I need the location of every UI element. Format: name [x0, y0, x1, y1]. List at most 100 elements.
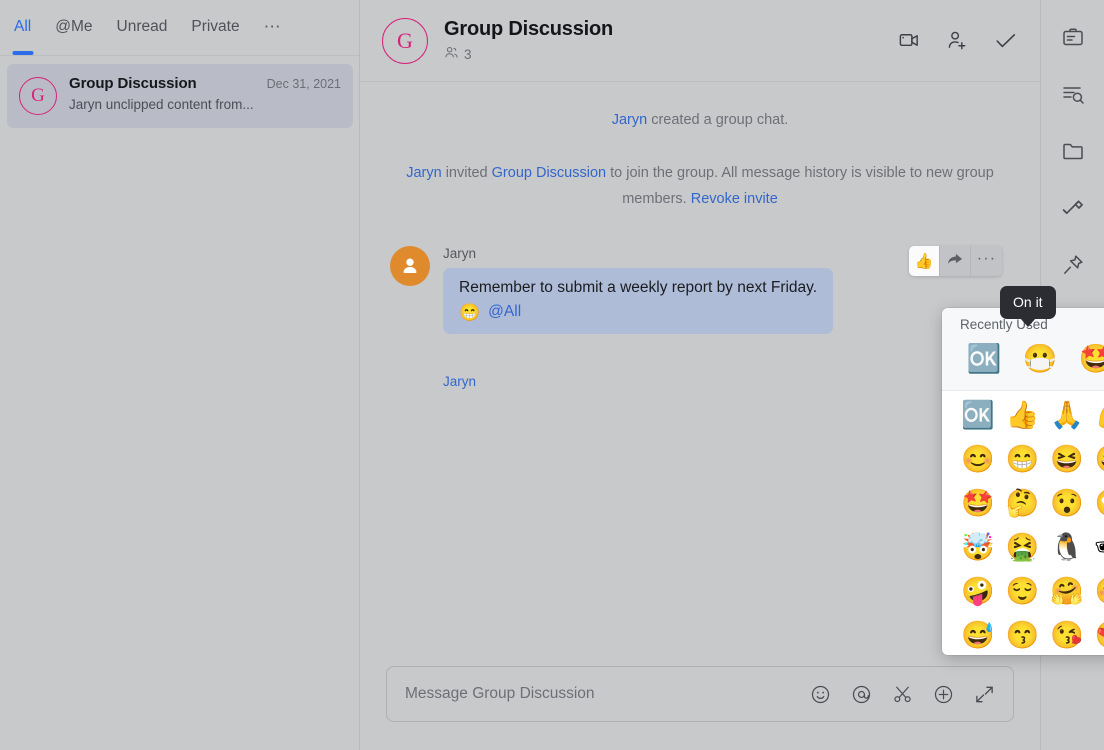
message-mention-row: 😁 @All	[459, 303, 817, 321]
emoji-option[interactable]: 🤩	[1068, 336, 1104, 382]
list-item[interactable]: G Group Discussion Dec 31, 2021 Jaryn un…	[7, 64, 353, 128]
conversation-list: G Group Discussion Dec 31, 2021 Jaryn un…	[0, 56, 360, 128]
chat-header-actions	[896, 28, 1018, 54]
invite-text-2: to join the group. All message history i…	[606, 165, 994, 206]
more-actions-button[interactable]: ···	[971, 246, 1002, 276]
invite-actor-link[interactable]: Jaryn	[406, 165, 441, 181]
screenshot-icon[interactable]	[891, 683, 913, 705]
tab-more-icon[interactable]: ⋯	[264, 17, 282, 39]
emoji-option[interactable]: 🆗	[956, 393, 1000, 437]
emoji-grid-row: 🆗 👍 🙏 💪 🫰 👏 🤜 ➕1 ✅	[956, 393, 1104, 437]
emoji-option[interactable]: 😙	[1000, 613, 1044, 655]
emoji-option[interactable]: 😯	[1045, 481, 1089, 525]
tab-all[interactable]: All	[14, 18, 31, 38]
avatar	[390, 246, 430, 286]
profile-card-icon[interactable]	[1058, 22, 1088, 52]
conversation-top-row: Group Discussion Dec 31, 2021	[69, 75, 341, 92]
thumbs-up-icon: 👍	[915, 252, 934, 270]
system-message-created: Jaryn created a group chat.	[390, 108, 1010, 133]
video-call-icon[interactable]	[896, 28, 922, 54]
recently-used-row: 🆗 😷 🤩 🫰 🌹 🤫 🤭	[942, 334, 1104, 391]
message-bubble[interactable]: Remember to submit a weekly report by ne…	[443, 268, 833, 334]
conversation-snippet: Jaryn unclipped content from...	[69, 97, 341, 112]
message-input[interactable]	[405, 685, 809, 703]
more-dots-icon: ···	[977, 259, 997, 264]
mention-all[interactable]: @All	[488, 303, 521, 321]
tab-private[interactable]: Private	[191, 18, 239, 38]
member-count: 3	[464, 47, 472, 62]
message-hover-toolbar: 👍 ···	[909, 246, 1002, 276]
emoji-grid-row: 😅 😙 😘 😍 😋 😵 🤪 😎 🙆	[956, 613, 1104, 655]
composer	[386, 666, 1014, 722]
add-member-icon[interactable]	[944, 28, 970, 54]
member-count-row: 3	[444, 45, 880, 63]
conversation-date: Dec 31, 2021	[259, 77, 341, 91]
emoji-option[interactable]: 🙏	[1045, 393, 1089, 437]
system-actor-link[interactable]: Jaryn	[612, 112, 647, 128]
conversation-sidebar: All @Me Unread Private ⋯ G Group Discuss…	[0, 0, 360, 750]
emoji-picker[interactable]: Recently Used 🆗 😷 🤩 🫰 🌹 🤫 🤭 🆗 👍 🙏 💪 🫰 👏	[942, 308, 1104, 655]
tab-at-me[interactable]: @Me	[55, 18, 92, 38]
tab-unread[interactable]: Unread	[117, 18, 168, 38]
invite-target-link[interactable]: Group Discussion	[492, 165, 606, 181]
emoji-option[interactable]: 😌	[1000, 569, 1044, 613]
chat-header: G Group Discussion 3	[360, 0, 1040, 82]
pinned-icon[interactable]	[1058, 250, 1088, 280]
conversation-body: Group Discussion Dec 31, 2021 Jaryn uncl…	[69, 75, 341, 112]
mark-done-icon[interactable]	[992, 28, 1018, 54]
expand-icon[interactable]	[973, 683, 995, 705]
chat-main: G Group Discussion 3	[360, 0, 1040, 750]
files-folder-icon[interactable]	[1058, 136, 1088, 166]
emoji-option[interactable]: 😊	[1089, 569, 1104, 613]
emoji-option[interactable]: 💪	[1089, 393, 1104, 437]
emoji-icon[interactable]	[809, 683, 831, 705]
emoji-option[interactable]: 👍	[1000, 393, 1044, 437]
grin-emoji-icon: 😁	[459, 304, 480, 321]
emoji-option[interactable]: 🤗	[1045, 569, 1089, 613]
emoji-option[interactable]: 🆗	[956, 336, 1012, 382]
tasks-icon[interactable]	[1058, 193, 1088, 223]
system-message-text: created a group chat.	[647, 112, 788, 128]
emoji-grid[interactable]: 🆗 👍 🙏 💪 🫰 👏 🤜 ➕1 ✅ 😊 😁 😆 😅 😂 �	[942, 391, 1104, 655]
search-messages-icon[interactable]	[1058, 79, 1088, 109]
message-sender-next: Jaryn	[443, 374, 1010, 389]
message-list: Jaryn created a group chat. Jaryn invite…	[360, 82, 1040, 656]
emoji-option[interactable]: 😷	[1012, 336, 1068, 382]
attach-icon[interactable]	[932, 683, 954, 705]
emoji-grid-row: 🤪 😌 🤗 😊 🤩 😄 🤣 😂 😭	[956, 569, 1104, 613]
forward-message-button[interactable]	[940, 246, 971, 276]
emoji-grid-row: 🤯 🤮 🐧 🕶 🐺 🐱 🌹 ❤️ 🎉	[956, 525, 1104, 569]
emoji-grid-row: 😊 😁 😆 😅 😂 😭 🥰 😜 😎	[956, 437, 1104, 481]
emoji-option[interactable]: 😁	[1000, 437, 1044, 481]
emoji-option[interactable]: 🕶	[1089, 525, 1104, 569]
conversation-title: Group Discussion	[69, 75, 197, 92]
emoji-option[interactable]: 😊	[956, 437, 1000, 481]
emoji-option[interactable]: 🤔	[1000, 481, 1044, 525]
tooltip: On it	[1000, 286, 1056, 319]
thumbs-up-reaction-button[interactable]: 👍	[909, 246, 940, 276]
emoji-option[interactable]: 😅	[956, 613, 1000, 655]
emoji-grid-row: 🤩 🤔 😯 🙄 😭 😭 😒 😘 😑	[956, 481, 1104, 525]
revoke-invite-link[interactable]: Revoke invite	[691, 191, 778, 207]
emoji-option[interactable]: 😍	[1089, 613, 1104, 655]
emoji-option[interactable]: 🐧	[1045, 525, 1089, 569]
composer-area	[360, 656, 1040, 750]
emoji-option[interactable]: 😘	[1045, 613, 1089, 655]
composer-icons	[809, 683, 995, 705]
emoji-option[interactable]: 😅	[1089, 437, 1104, 481]
emoji-option[interactable]: 😆	[1045, 437, 1089, 481]
message-text: Remember to submit a weekly report by ne…	[459, 279, 817, 297]
emoji-option[interactable]: 🤩	[956, 481, 1000, 525]
group-avatar: G	[382, 18, 428, 64]
chat-header-text: Group Discussion 3	[444, 18, 880, 63]
system-message-invited: Jaryn invited Group Discussion to join t…	[390, 161, 1010, 212]
emoji-option[interactable]: 🤮	[1000, 525, 1044, 569]
emoji-option[interactable]: 🤯	[956, 525, 1000, 569]
mention-icon[interactable]	[850, 683, 872, 705]
emoji-option[interactable]: 🙄	[1089, 481, 1104, 525]
emoji-option[interactable]: 🤪	[956, 569, 1000, 613]
avatar: G	[19, 77, 57, 115]
message-row: Jaryn Remember to submit a weekly report…	[390, 246, 1010, 334]
filter-tabs: All @Me Unread Private ⋯	[0, 0, 360, 55]
forward-icon	[947, 252, 963, 271]
